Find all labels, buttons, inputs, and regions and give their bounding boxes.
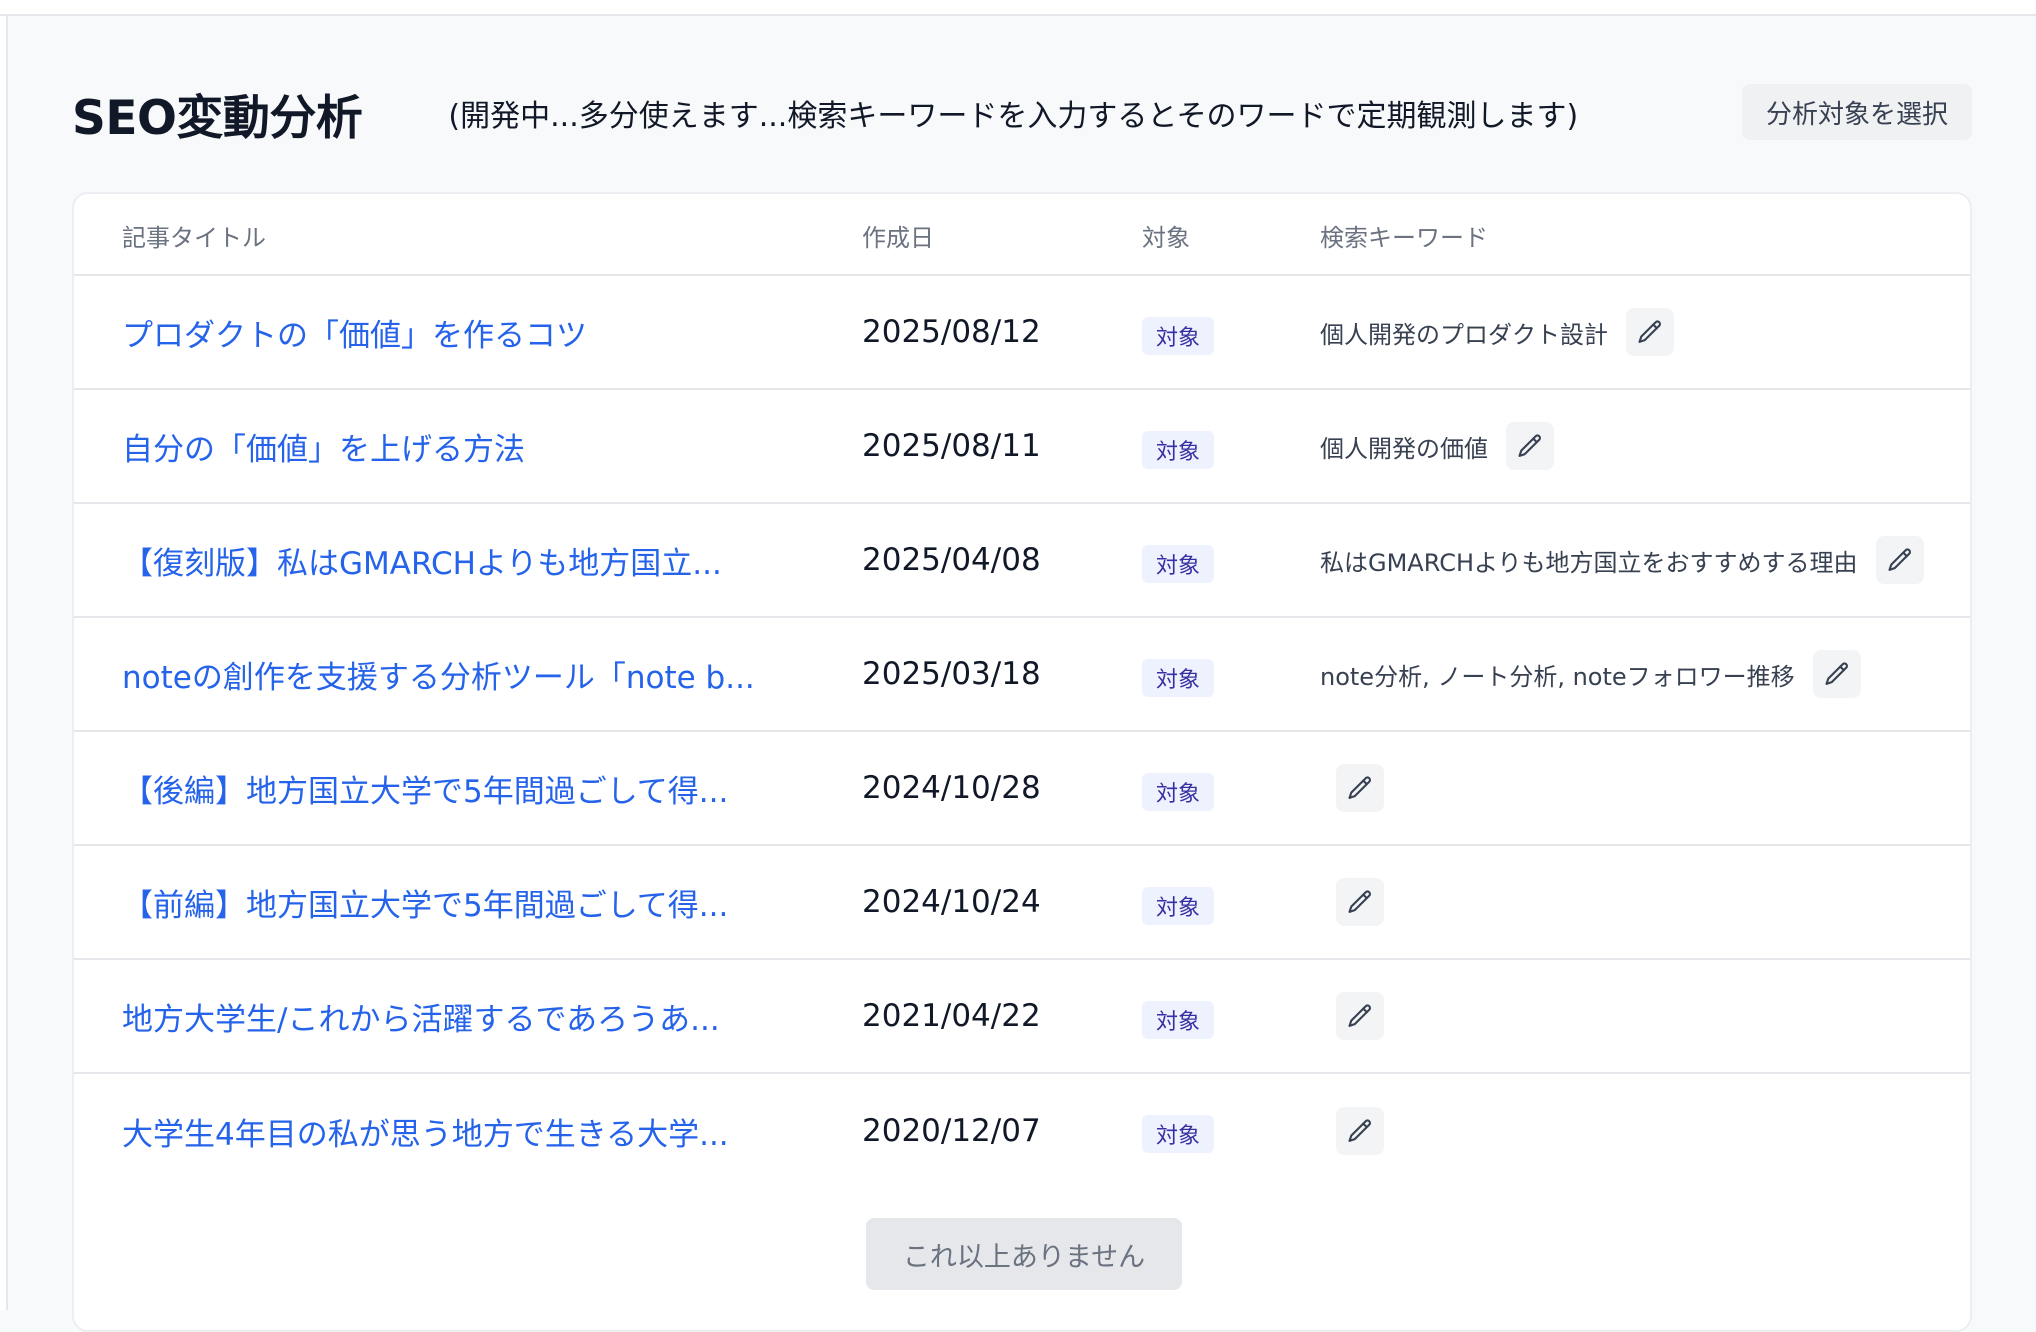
created-date: 2020/12/07 <box>862 1113 1041 1149</box>
keywords-cell <box>1320 732 1384 844</box>
edit-keywords-button[interactable] <box>1336 878 1384 926</box>
column-header-target: 対象 <box>1142 224 1190 252</box>
pencil-icon <box>1516 432 1544 460</box>
target-badge: 対象 <box>1142 659 1215 697</box>
table-row: 【後編】地方国立大学で5年間過ごして得... 2024/10/28 対象 <box>74 732 1970 846</box>
pencil-icon <box>1346 1002 1374 1030</box>
table-row: noteの創作を支援する分析ツール「note b... 2025/03/18 対象 n… <box>74 618 1970 732</box>
edit-keywords-button[interactable] <box>1506 422 1554 470</box>
edit-keywords-button[interactable] <box>1875 536 1924 584</box>
pencil-icon <box>1823 660 1851 688</box>
table-header: 記事タイトル 作成日 対象 検索キーワード <box>74 194 1970 276</box>
column-header-keywords: 検索キーワード <box>1320 224 1488 252</box>
keywords-cell: 個人開発のプロダクト設計 <box>1320 276 1674 388</box>
table-row: 【復刻版】私はGMARCHよりも地方国立... 2025/04/08 対象 私はGMA… <box>74 504 1970 618</box>
table-row: プロダクトの「価値」を作るコツ 2025/08/12 対象 個人開発のプロダクト設計 <box>74 276 1970 390</box>
created-date: 2024/10/28 <box>862 770 1041 806</box>
table-row: 大学生4年目の私が思う地方で生きる大学... 2020/12/07 対象 <box>74 1074 1970 1188</box>
articles-table: 記事タイトル 作成日 対象 検索キーワード プロダクトの「価値」を作るコツ 202… <box>72 192 1972 1332</box>
column-header-date: 作成日 <box>862 224 934 252</box>
created-date: 2024/10/24 <box>862 884 1041 920</box>
target-badge: 対象 <box>1142 431 1215 469</box>
table-row: 地方大学生/これから活躍するであろうあ... 2021/04/22 対象 <box>74 960 1970 1074</box>
article-title-link[interactable]: 【後編】地方国立大学で5年間過ごして得... <box>122 732 728 844</box>
top-bar <box>0 0 2036 16</box>
target-badge: 対象 <box>1142 773 1215 811</box>
keywords-cell <box>1320 960 1384 1072</box>
page-subtitle: (開発中...多分使えます...検索キーワードを入力するとそのワードで定期観測し… <box>448 99 1579 134</box>
created-date: 2025/08/12 <box>862 314 1041 350</box>
target-badge: 対象 <box>1142 887 1215 925</box>
keywords-cell: 私はGMARCHよりも地方国立をおすすめする理由 <box>1320 504 1924 616</box>
target-badge: 対象 <box>1142 1115 1215 1153</box>
edit-keywords-button[interactable] <box>1336 1107 1384 1155</box>
page-header: SEO変動分析 (開発中...多分使えます...検索キーワードを入力するとそのワ… <box>72 78 1972 148</box>
article-title-link[interactable]: 地方大学生/これから活躍するであろうあ... <box>122 960 720 1072</box>
pencil-icon <box>1636 318 1664 346</box>
search-keywords: 個人開発のプロダクト設計 <box>1320 320 1608 349</box>
search-keywords: 私はGMARCHよりも地方国立をおすすめする理由 <box>1320 548 1858 577</box>
table-row: 自分の「価値」を上げる方法 2025/08/11 対象 個人開発の価値 <box>74 390 1970 504</box>
keywords-cell: 個人開発の価値 <box>1320 390 1554 502</box>
edit-keywords-button[interactable] <box>1812 650 1861 698</box>
keywords-cell: note分析, ノート分析, noteフォロワー推移 <box>1320 618 1861 730</box>
target-badge: 対象 <box>1142 317 1215 355</box>
created-date: 2021/04/22 <box>862 998 1041 1034</box>
article-title-link[interactable]: 大学生4年目の私が思う地方で生きる大学... <box>122 1074 729 1188</box>
created-date: 2025/04/08 <box>862 542 1041 578</box>
left-panel-edge <box>0 16 8 1310</box>
search-keywords: 個人開発の価値 <box>1320 434 1488 463</box>
pencil-icon <box>1346 1117 1374 1145</box>
pencil-icon <box>1346 888 1374 916</box>
search-keywords: note分析, ノート分析, noteフォロワー推移 <box>1320 662 1795 691</box>
table-row: 【前編】地方国立大学で5年間過ごして得... 2024/10/24 対象 <box>74 846 1970 960</box>
keywords-cell <box>1320 846 1384 958</box>
edit-keywords-button[interactable] <box>1336 764 1384 812</box>
pencil-icon <box>1886 546 1914 574</box>
article-title-link[interactable]: noteの創作を支援する分析ツール「note b... <box>122 618 755 730</box>
article-title-link[interactable]: 自分の「価値」を上げる方法 <box>122 390 525 502</box>
article-title-link[interactable]: 【前編】地方国立大学で5年間過ごして得... <box>122 846 728 958</box>
created-date: 2025/08/11 <box>862 428 1041 464</box>
edit-keywords-button[interactable] <box>1626 308 1674 356</box>
created-date: 2025/03/18 <box>862 656 1041 692</box>
select-target-button[interactable]: 分析対象を選択 <box>1741 84 1972 140</box>
article-title-link[interactable]: 【復刻版】私はGMARCHよりも地方国立... <box>122 504 722 616</box>
target-badge: 対象 <box>1142 545 1215 583</box>
column-header-title: 記事タイトル <box>122 224 266 252</box>
edit-keywords-button[interactable] <box>1336 992 1384 1040</box>
no-more-button[interactable]: これ以上ありません <box>866 1218 1182 1290</box>
pencil-icon <box>1346 774 1374 802</box>
page-title: SEO変動分析 <box>72 90 363 146</box>
article-title-link[interactable]: プロダクトの「価値」を作るコツ <box>122 276 587 388</box>
target-badge: 対象 <box>1142 1001 1215 1039</box>
keywords-cell <box>1320 1074 1384 1188</box>
